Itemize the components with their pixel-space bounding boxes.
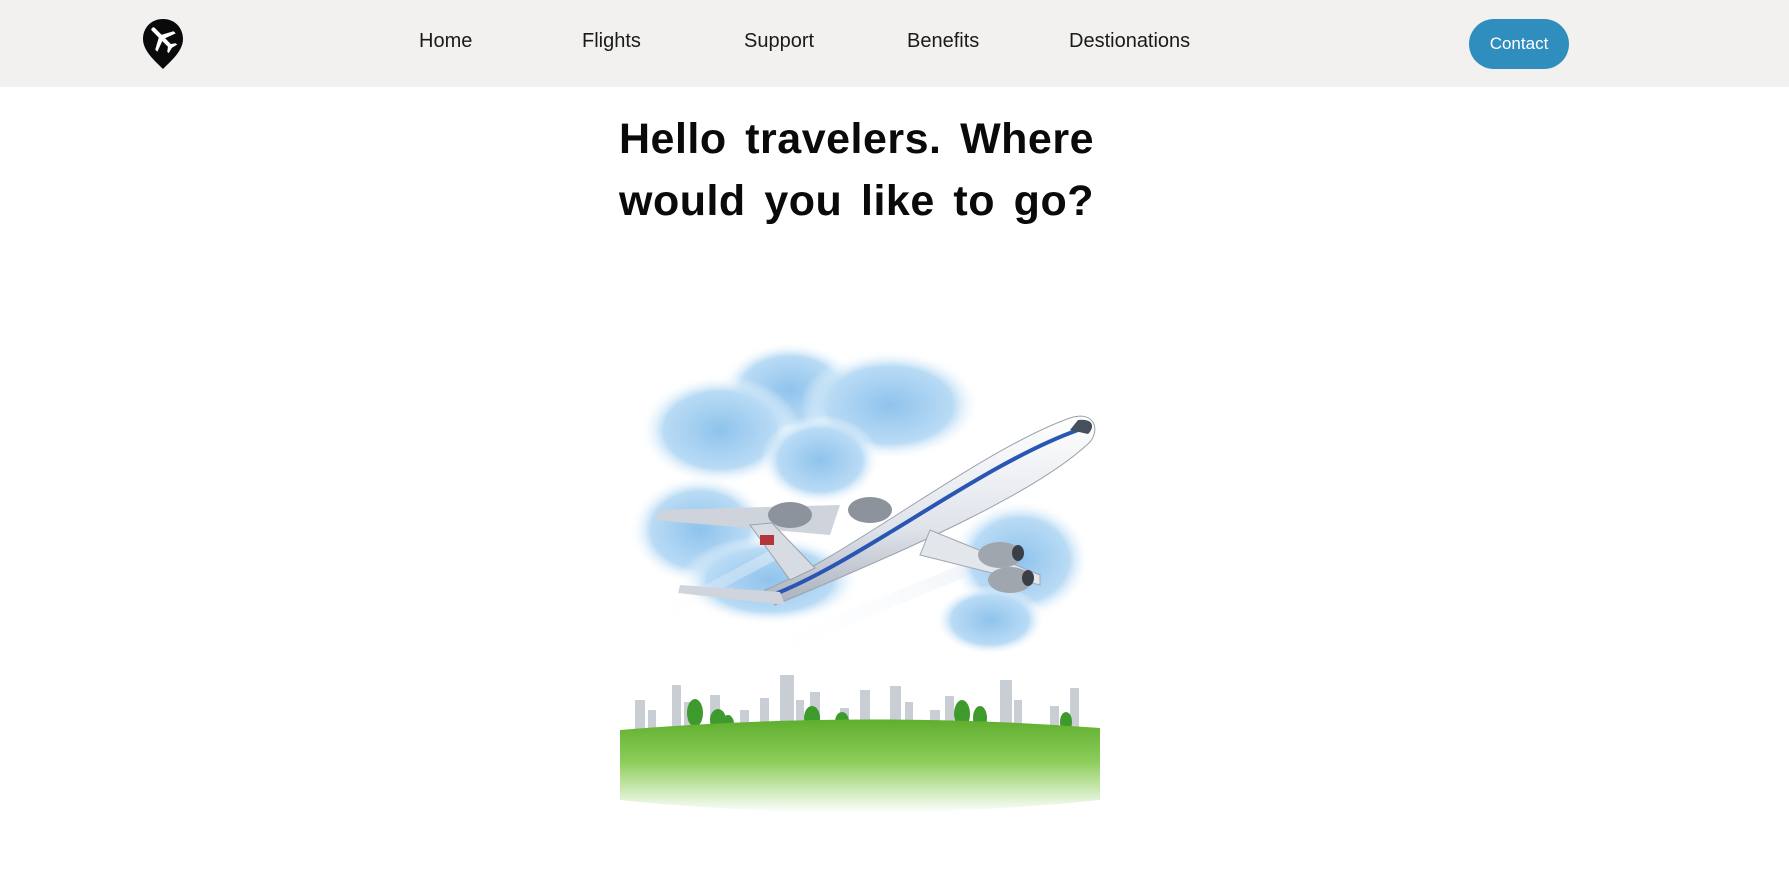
nav-link-benefits[interactable]: Benefits (907, 30, 979, 53)
nav-link-destinations[interactable]: Destionations (1069, 30, 1190, 53)
nav-link-home[interactable]: Home (419, 30, 472, 53)
nav-link-support[interactable]: Support (744, 30, 814, 53)
contact-button[interactable]: Contact (1469, 19, 1569, 69)
top-navbar: Home Flights Support Benefits Destionati… (0, 0, 1789, 87)
nav-link-flights[interactable]: Flights (582, 30, 641, 53)
hero-title: Hello travelers. Where would you like to… (619, 115, 1094, 225)
airplane-over-city-illustration (600, 330, 1120, 820)
